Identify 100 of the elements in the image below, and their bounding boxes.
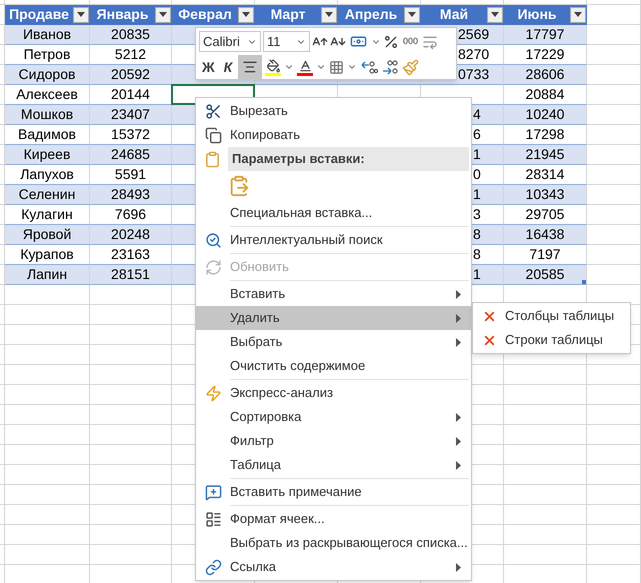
empty-cell[interactable] [0, 485, 5, 505]
filter-button[interactable] [487, 6, 503, 22]
filter-button[interactable] [570, 6, 586, 22]
empty-cell[interactable] [90, 505, 172, 525]
menu-item[interactable]: Фильтр [196, 429, 471, 453]
empty-cell[interactable] [504, 385, 587, 405]
wrap-text-icon[interactable] [422, 34, 438, 50]
empty-cell[interactable] [5, 285, 90, 305]
empty-cell[interactable] [5, 525, 90, 545]
empty-cell[interactable] [0, 545, 5, 565]
empty-cell[interactable] [0, 385, 5, 405]
percent-icon[interactable] [383, 34, 399, 50]
table-cell[interactable]: Мошков [5, 105, 90, 125]
paste-option-icon[interactable] [228, 174, 250, 198]
empty-cell[interactable] [90, 285, 172, 305]
table-cell[interactable]: 7696 [90, 205, 172, 225]
filter-button[interactable] [155, 6, 171, 22]
table-cell[interactable]: 23163 [90, 245, 172, 265]
menu-item[interactable]: Интеллектуальный поиск [196, 228, 471, 252]
menu-item[interactable]: Специальная вставка... [196, 201, 471, 225]
thousands-button[interactable]: 000 [401, 34, 420, 48]
resize-handle[interactable] [582, 280, 586, 284]
table-cell[interactable]: Вадимов [5, 125, 90, 145]
empty-cell[interactable] [90, 385, 172, 405]
table-cell[interactable]: 7197 [504, 245, 587, 265]
empty-cell[interactable] [0, 465, 5, 485]
empty-cell[interactable] [504, 405, 587, 425]
table-cell[interactable]: 5591 [90, 165, 172, 185]
filter-button[interactable] [404, 6, 420, 22]
empty-cell[interactable] [587, 0, 641, 5]
table-cell[interactable]: Селенин [5, 185, 90, 205]
table-cell[interactable]: 21945 [504, 145, 587, 165]
column-header[interactable]: Продаве [5, 5, 90, 25]
empty-cell[interactable] [504, 365, 587, 385]
table-cell[interactable]: 28606 [504, 65, 587, 85]
empty-cell[interactable] [5, 305, 90, 325]
menu-item[interactable]: Очистить содержимое [196, 354, 471, 378]
table-cell[interactable]: 20248 [90, 225, 172, 245]
empty-cell[interactable] [5, 465, 90, 485]
empty-cell[interactable] [5, 445, 90, 465]
column-header[interactable]: Феврал [172, 5, 255, 25]
increase-decimal-icon[interactable] [360, 59, 378, 75]
table-cell[interactable]: Кулагин [5, 205, 90, 225]
column-header[interactable]: Июнь [504, 5, 587, 25]
empty-cell[interactable] [504, 545, 587, 565]
table-cell[interactable]: 28314 [504, 165, 587, 185]
table-cell[interactable]: 24685 [90, 145, 172, 165]
column-header[interactable]: Май [421, 5, 504, 25]
empty-cell[interactable] [5, 365, 90, 385]
table-cell[interactable]: Петров [5, 45, 90, 65]
empty-cell[interactable] [587, 525, 641, 545]
table-cell[interactable]: 10240 [504, 105, 587, 125]
table-cell[interactable]: 17797 [504, 25, 587, 45]
empty-cell[interactable] [5, 325, 90, 345]
empty-cell[interactable] [0, 285, 5, 305]
empty-cell[interactable] [0, 365, 5, 385]
empty-cell[interactable] [0, 345, 5, 365]
empty-cell[interactable] [90, 445, 172, 465]
table-cell[interactable]: Иванов [5, 25, 90, 45]
menu-item[interactable]: Удалить [196, 306, 471, 330]
empty-cell[interactable] [587, 385, 641, 405]
menu-item[interactable]: Копировать [196, 123, 471, 147]
empty-cell[interactable] [587, 485, 641, 505]
empty-cell[interactable] [587, 505, 641, 525]
empty-cell[interactable] [5, 405, 90, 425]
empty-cell[interactable] [5, 485, 90, 505]
empty-cell[interactable] [90, 365, 172, 385]
empty-cell[interactable] [0, 405, 5, 425]
empty-cell[interactable] [90, 305, 172, 325]
table-cell[interactable]: Лапухов [5, 165, 90, 185]
table-cell[interactable]: 20585 [504, 265, 587, 285]
empty-cell[interactable] [587, 445, 641, 465]
column-header[interactable]: Апрель [338, 5, 421, 25]
table-cell[interactable]: Сидоров [5, 65, 90, 85]
table-cell[interactable]: 17298 [504, 125, 587, 145]
empty-cell[interactable] [5, 545, 90, 565]
table-cell[interactable]: 5212 [90, 45, 172, 65]
empty-cell[interactable] [90, 325, 172, 345]
empty-cell[interactable] [587, 405, 641, 425]
table-cell[interactable]: 16438 [504, 225, 587, 245]
table-cell[interactable]: 28493 [90, 185, 172, 205]
menu-item[interactable]: Выбрать из раскрывающегося списка... [196, 531, 471, 555]
empty-cell[interactable] [504, 525, 587, 545]
table-cell[interactable]: 17229 [504, 45, 587, 65]
italic-button[interactable]: К [220, 56, 236, 78]
empty-cell[interactable] [0, 525, 5, 545]
empty-cell[interactable] [90, 345, 172, 365]
menu-item[interactable]: Ссылка [196, 555, 471, 579]
empty-cell[interactable] [587, 425, 641, 445]
empty-cell[interactable] [90, 525, 172, 545]
table-cell[interactable]: Киреев [5, 145, 90, 165]
font-field[interactable]: Calibri [199, 31, 261, 52]
font-size-field[interactable]: 11 [263, 31, 310, 52]
empty-cell[interactable] [504, 445, 587, 465]
menu-item[interactable]: Вставить примечание [196, 480, 471, 504]
table-cell[interactable]: 20835 [90, 25, 172, 45]
menu-item[interactable]: Формат ячеек... [196, 507, 471, 531]
empty-cell[interactable] [5, 425, 90, 445]
align-center-button[interactable] [238, 55, 262, 79]
filter-button[interactable] [73, 6, 89, 22]
